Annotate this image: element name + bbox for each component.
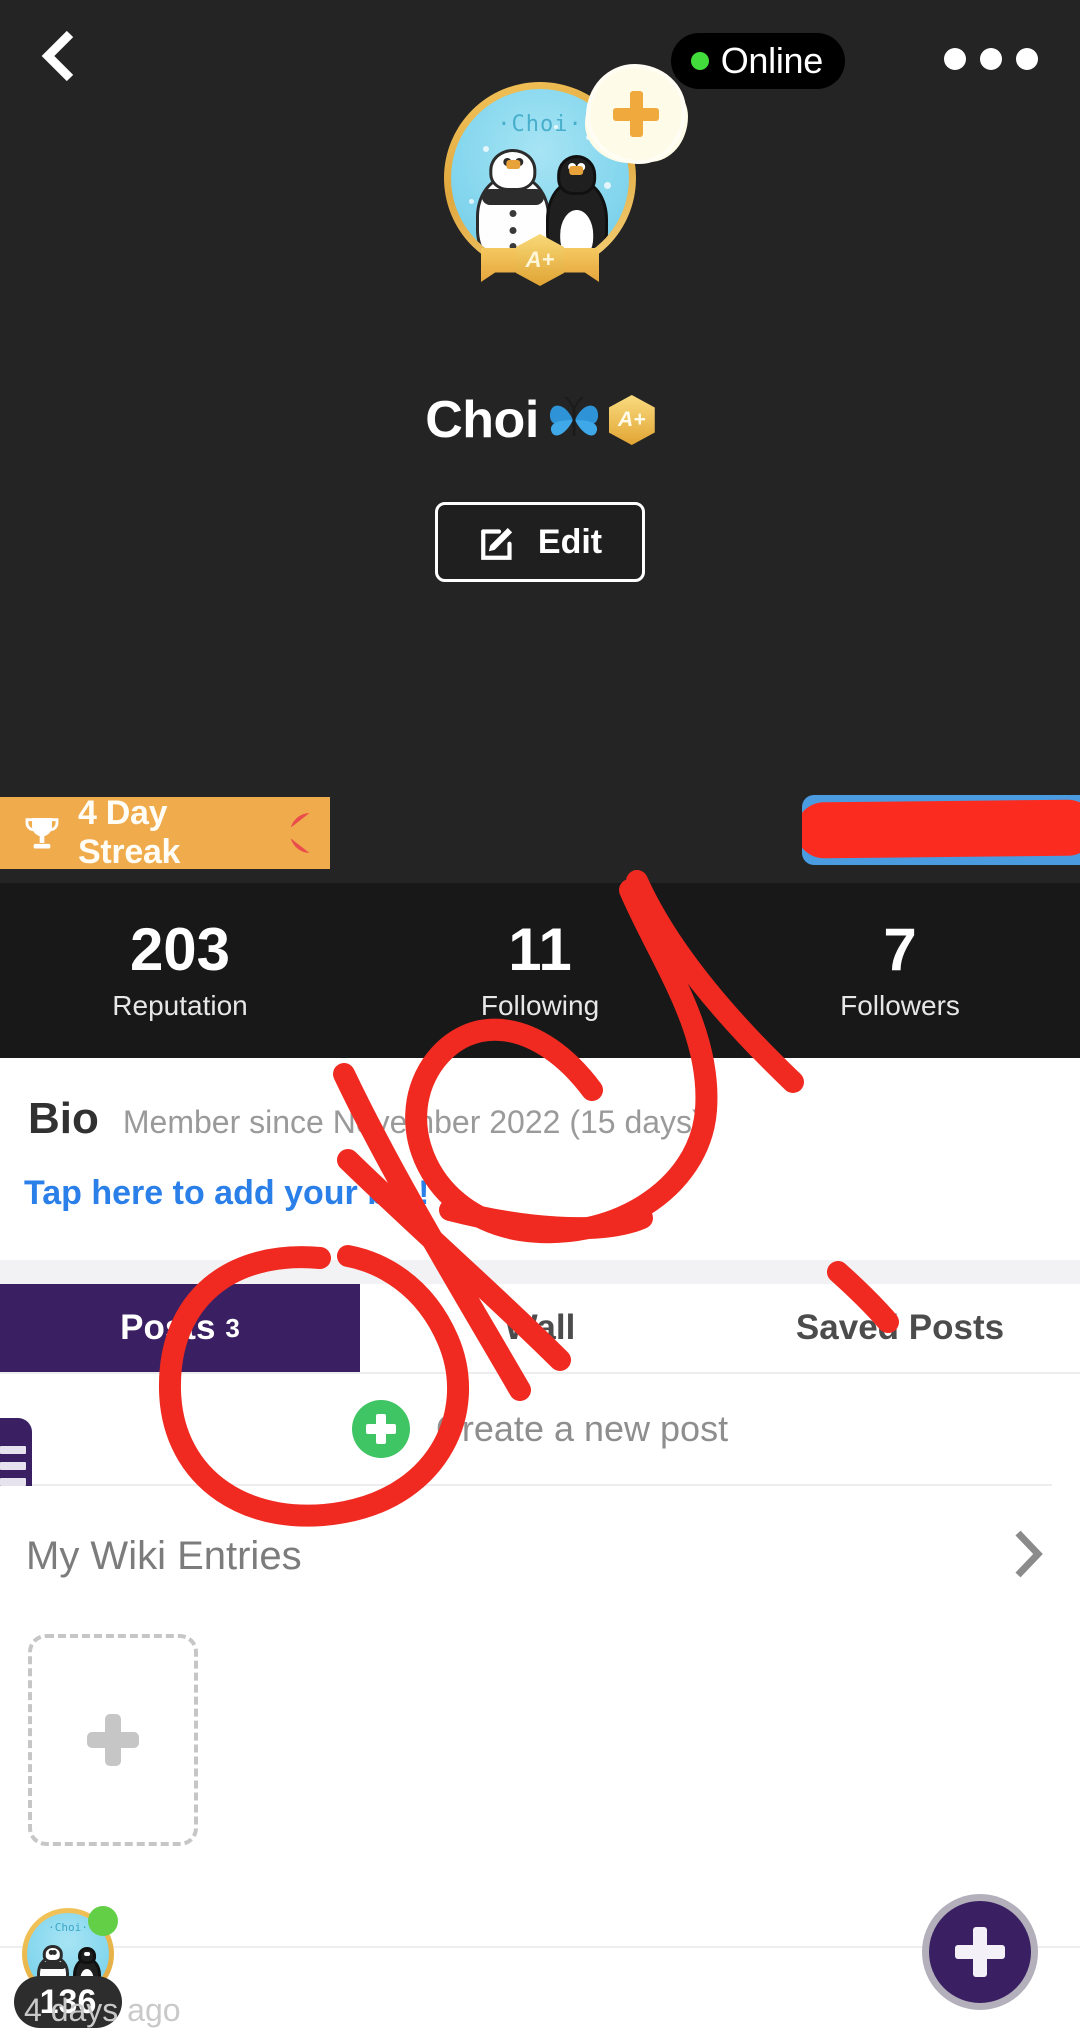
- chevron-right-icon: [1015, 1530, 1043, 1577]
- streak-banner[interactable]: 4 Day Streak !: [0, 797, 330, 869]
- plus-icon: [955, 1927, 1005, 1977]
- footer-divider: [0, 1946, 1080, 1948]
- tab-saved-posts-label: Saved Posts: [795, 1308, 1005, 1347]
- back-button[interactable]: [30, 28, 86, 84]
- stat-following[interactable]: 11 Following: [360, 883, 720, 1058]
- add-story-button[interactable]: [590, 68, 682, 160]
- hamburger-icon-line: [0, 1446, 26, 1454]
- stat-reputation[interactable]: 203 Reputation: [0, 883, 360, 1058]
- avatar-caption: ·Choi·: [48, 1921, 88, 1935]
- add-wiki-entry-card[interactable]: [28, 1634, 198, 1846]
- a-plus-badge-label: A+: [618, 408, 646, 431]
- online-status-dot: [88, 1906, 118, 1936]
- tab-saved-posts[interactable]: Saved Posts: [720, 1284, 1080, 1372]
- section-separator: [0, 1260, 1080, 1284]
- butterfly-icon: [549, 396, 598, 436]
- tab-wall[interactable]: Wall: [360, 1284, 720, 1372]
- hamburger-icon-line: [0, 1478, 26, 1486]
- trophy-icon: [25, 818, 59, 849]
- member-since-label: Member since November 2022 (15 days): [122, 1104, 703, 1140]
- stat-value: 11: [508, 915, 572, 983]
- redaction-scribble: [802, 799, 1080, 859]
- display-name-row: Choi A+: [0, 390, 1080, 450]
- post-timestamp: 4 days ago: [24, 1992, 181, 2028]
- promo-banner-censored[interactable]: [802, 795, 1080, 865]
- avatar-caption: ·Choi·: [497, 112, 583, 138]
- stat-followers[interactable]: 7 Followers: [720, 883, 1080, 1058]
- a-plus-hex-badge: A+: [608, 395, 655, 445]
- tab-posts[interactable]: Posts 3: [0, 1284, 360, 1372]
- overflow-menu-button[interactable]: [944, 48, 1038, 70]
- stat-value: 7: [883, 915, 917, 983]
- online-status-label: Online: [720, 40, 824, 81]
- stat-value: 203: [129, 915, 231, 983]
- chevron-left-icon: [41, 30, 74, 82]
- plus-icon: [613, 91, 659, 137]
- plus-icon: [87, 1714, 139, 1766]
- stat-label: Following: [480, 989, 600, 1021]
- more-horizontal-icon-dot: [1016, 48, 1038, 70]
- floating-action-button[interactable]: [922, 1894, 1038, 2010]
- edit-profile-button[interactable]: Edit: [435, 502, 645, 582]
- create-post-label: Create a new post: [435, 1408, 729, 1449]
- stats-bar: 203 Reputation 11 Following 7 Followers: [0, 883, 1080, 1058]
- stat-label: Reputation: [112, 989, 248, 1021]
- tab-posts-label: Posts: [120, 1308, 216, 1347]
- wiki-entries-title: My Wiki Entries: [26, 1533, 302, 1578]
- bio-title: Bio: [28, 1094, 99, 1143]
- sparkle: [554, 124, 559, 129]
- bio-section: Bio Member since November 2022 (15 days)…: [0, 1058, 1080, 1260]
- more-horizontal-icon-dot: [980, 48, 1002, 70]
- profile-tabs: Posts 3 Wall Saved Posts: [0, 1284, 1080, 1372]
- profile-avatar[interactable]: ·Choi· A+: [444, 68, 682, 286]
- bio-header-row: Bio Member since November 2022 (15 days): [28, 1094, 703, 1144]
- page-title: Choi: [425, 391, 539, 449]
- streak-alert-icon: !: [290, 813, 330, 853]
- profile-screen: Online ·Choi· A+ Choi A+ Edit 4 Day Stre…: [0, 0, 1080, 2044]
- streak-label: 4 Day Streak: [78, 794, 181, 871]
- pencil-square-icon: [481, 528, 513, 560]
- wiki-entries-header[interactable]: My Wiki Entries: [0, 1486, 1080, 1626]
- create-post-button[interactable]: Create a new post: [0, 1374, 1080, 1484]
- stat-label: Followers: [840, 989, 960, 1021]
- profile-header: Online ·Choi· A+ Choi A+ Edit 4 Day Stre…: [0, 0, 1080, 890]
- add-bio-link[interactable]: Tap here to add your bio!: [24, 1174, 430, 1213]
- edit-profile-label: Edit: [537, 522, 603, 561]
- online-status-badge[interactable]: Online: [670, 33, 845, 89]
- more-horizontal-icon-dot: [944, 48, 966, 70]
- avatar-level-badge-label: A+: [525, 247, 555, 272]
- online-status-dot: [690, 52, 709, 70]
- wiki-entries-chevron[interactable]: [1012, 1528, 1046, 1585]
- plus-circle-icon: [351, 1400, 410, 1458]
- tab-wall-label: Wall: [504, 1308, 576, 1347]
- hamburger-icon-line: [0, 1462, 26, 1470]
- sparkle: [468, 199, 474, 205]
- tab-posts-count: 3: [225, 1312, 240, 1343]
